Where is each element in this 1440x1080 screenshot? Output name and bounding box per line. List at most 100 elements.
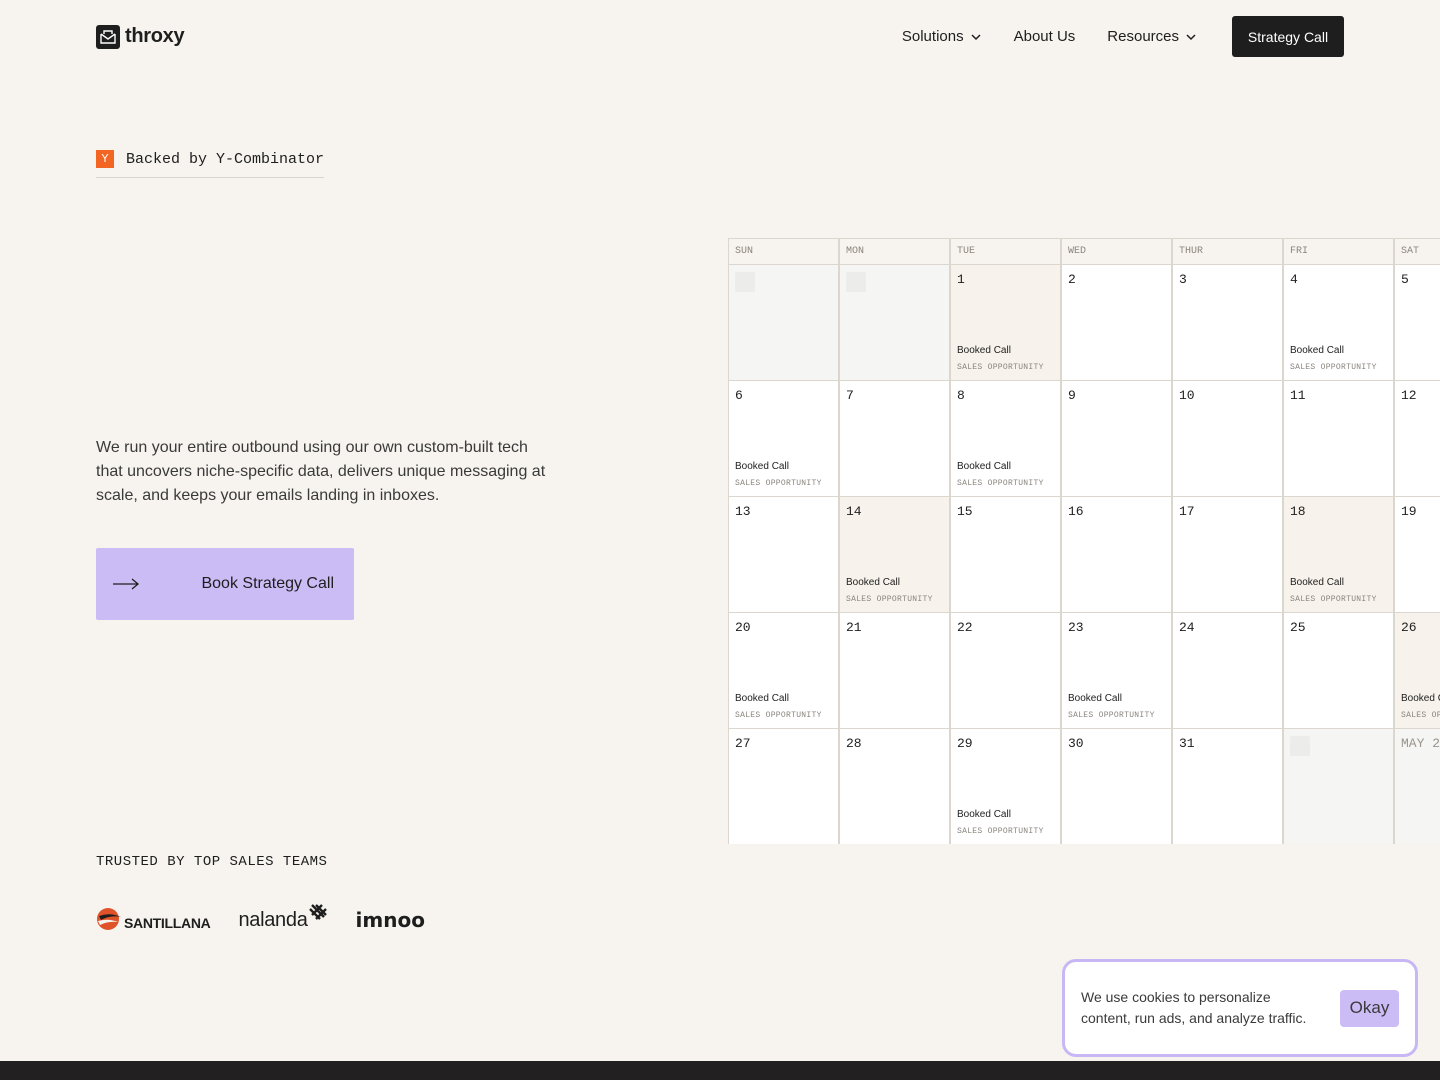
weekday-fri: FRI bbox=[1283, 238, 1394, 265]
calendar-day-cell[interactable]: 20 Booked Call SALES OPPORTUNITY bbox=[728, 613, 839, 729]
calendar-day-cell[interactable]: 19 bbox=[1394, 497, 1440, 613]
brand-logo[interactable]: throxy bbox=[96, 24, 185, 49]
calendar-day-cell[interactable]: 24 bbox=[1172, 613, 1283, 729]
hero-description: We run your entire outbound using our ow… bbox=[96, 439, 546, 504]
calendar-day-cell[interactable]: 26 Booked Call SALES OPPORTUNITY bbox=[1394, 613, 1440, 729]
weekday-mon: MON bbox=[839, 238, 950, 265]
book-button-label: Book Strategy Call bbox=[201, 575, 334, 592]
calendar-day-cell[interactable]: 9 bbox=[1061, 381, 1172, 497]
day-number: 18 bbox=[1290, 504, 1306, 519]
nav-resources[interactable]: Resources bbox=[1107, 28, 1197, 45]
day-number: 8 bbox=[957, 388, 965, 403]
calendar-day-cell[interactable]: 21 bbox=[839, 613, 950, 729]
calendar-day-cell[interactable]: 7 bbox=[839, 381, 950, 497]
day-number: 5 bbox=[1401, 272, 1409, 287]
cookie-okay-button[interactable]: Okay bbox=[1340, 989, 1399, 1027]
day-number: 10 bbox=[1179, 388, 1195, 403]
booked-call-label: Booked Call bbox=[1290, 345, 1344, 356]
day-number: 20 bbox=[735, 620, 751, 635]
yc-badge[interactable]: Y Backed by Y-Combinator bbox=[96, 150, 325, 178]
calendar-day-cell[interactable]: 14 Booked Call SALES OPPORTUNITY bbox=[839, 497, 950, 613]
day-number: 9 bbox=[1068, 388, 1076, 403]
chevron-down-icon bbox=[1186, 33, 1196, 40]
sales-opportunity-label: SALES OPPORTUNITY bbox=[1290, 595, 1377, 604]
booked-call-label: Booked Call bbox=[957, 461, 1011, 472]
day-number: 12 bbox=[1401, 388, 1417, 403]
calendar-day-cell[interactable]: 2 bbox=[1061, 265, 1172, 381]
calendar-grid: 1 Booked Call SALES OPPORTUNITY 2 3 4 Booked C… bbox=[728, 265, 1440, 844]
calendar-day-cell[interactable]: 18 Booked Call SALES OPPORTUNITY bbox=[1283, 497, 1394, 613]
day-number: 21 bbox=[846, 620, 862, 635]
calendar-day-cell[interactable]: 29 Booked Call SALES OPPORTUNITY bbox=[950, 729, 1061, 844]
calendar-day-cell[interactable]: MAY 2 bbox=[1394, 729, 1440, 844]
calendar-day-cell[interactable]: 8 Booked Call SALES OPPORTUNITY bbox=[950, 381, 1061, 497]
brand-name: throxy bbox=[125, 25, 185, 47]
calendar-day-cell[interactable]: 4 Booked Call SALES OPPORTUNITY bbox=[1283, 265, 1394, 381]
calendar-day-cell[interactable]: 25 bbox=[1283, 613, 1394, 729]
nav-about-us[interactable]: About Us bbox=[1014, 28, 1076, 45]
calendar-weekday-header: SUN MON TUE WED THUR FRI SAT bbox=[728, 238, 1440, 265]
calendar-day-cell[interactable]: 17 bbox=[1172, 497, 1283, 613]
yc-badge-text: Backed by Y-Combinator bbox=[126, 150, 325, 168]
booked-call-label: Booked Call bbox=[735, 693, 789, 704]
calendar-day-cell[interactable]: 6 Booked Call SALES OPPORTUNITY bbox=[728, 381, 839, 497]
nalanda-wordmark: nalanda bbox=[238, 909, 308, 931]
day-number: 26 bbox=[1401, 620, 1417, 635]
sales-opportunity-label: SALES OPPORTUNITY bbox=[735, 711, 822, 720]
calendar-day-cell[interactable]: 22 bbox=[950, 613, 1061, 729]
nalanda-mark-icon bbox=[308, 904, 327, 920]
calendar-day-cell[interactable]: 28 bbox=[839, 729, 950, 844]
calendar-day-cell[interactable]: 31 bbox=[1172, 729, 1283, 844]
day-number: 6 bbox=[735, 388, 743, 403]
calendar-day-cell[interactable]: 15 bbox=[950, 497, 1061, 613]
calendar-week: 6 Booked Call SALES OPPORTUNITY 7 8 Booked Ca… bbox=[728, 381, 1440, 497]
calendar-day-cell[interactable]: 30 bbox=[1061, 729, 1172, 844]
chevron-down-icon bbox=[971, 33, 981, 40]
booked-call-label: Booked Call bbox=[1290, 577, 1344, 588]
calendar-day-cell[interactable]: 12 bbox=[1394, 381, 1440, 497]
weekday-wed: WED bbox=[1061, 238, 1172, 265]
day-number: 23 bbox=[1068, 620, 1084, 635]
trusted-label: TRUSTED BY TOP SALES TEAMS bbox=[96, 854, 328, 870]
nav-solutions[interactable]: Solutions bbox=[902, 28, 982, 45]
calendar-day-cell[interactable] bbox=[1283, 729, 1394, 844]
day-number: 31 bbox=[1179, 736, 1195, 751]
site-header: throxy Solutions About Us Resources Stra… bbox=[96, 16, 1344, 57]
calendar-week: 1 Booked Call SALES OPPORTUNITY 2 3 4 Booked C… bbox=[728, 265, 1440, 381]
imnoo-wordmark: imnoo bbox=[355, 908, 425, 932]
weekday-tue: TUE bbox=[950, 238, 1061, 265]
sales-opportunity-label: SALES OPPORTUNITY bbox=[1401, 711, 1440, 720]
calendar-day-cell[interactable]: 3 bbox=[1172, 265, 1283, 381]
client-logos: SANTILLANA nalanda imnoo bbox=[96, 898, 425, 932]
booking-calendar: SUN MON TUE WED THUR FRI SAT 1 Booked Call SALES… bbox=[728, 238, 1440, 844]
day-number: 11 bbox=[1290, 388, 1306, 403]
calendar-day-cell[interactable] bbox=[839, 265, 950, 381]
day-number: MAY 2 bbox=[1401, 736, 1440, 751]
nalanda-logo: nalanda bbox=[238, 903, 327, 932]
booked-call-label: Booked Call bbox=[1401, 693, 1440, 704]
day-number: 22 bbox=[957, 620, 973, 635]
nav-about-label: About Us bbox=[1013, 28, 1076, 45]
day-number: 19 bbox=[1401, 504, 1417, 519]
calendar-day-cell[interactable]: 10 bbox=[1172, 381, 1283, 497]
sales-opportunity-label: SALES OPPORTUNITY bbox=[1290, 363, 1377, 372]
footer-bar bbox=[0, 1061, 1440, 1080]
calendar-day-cell[interactable]: 5 bbox=[1394, 265, 1440, 381]
nav-solutions-label: Solutions bbox=[901, 28, 964, 45]
calendar-day-cell[interactable]: 27 bbox=[728, 729, 839, 844]
santillana-mark-icon bbox=[97, 908, 121, 930]
day-number: 2 bbox=[1068, 272, 1076, 287]
sales-opportunity-label: SALES OPPORTUNITY bbox=[957, 827, 1044, 836]
calendar-day-cell[interactable]: 1 Booked Call SALES OPPORTUNITY bbox=[950, 265, 1061, 381]
calendar-day-cell[interactable]: 13 bbox=[728, 497, 839, 613]
calendar-day-cell[interactable] bbox=[728, 265, 839, 381]
calendar-day-cell[interactable]: 16 bbox=[1061, 497, 1172, 613]
arrow-right-icon bbox=[113, 578, 140, 590]
strategy-call-button[interactable]: Strategy Call bbox=[1232, 16, 1344, 57]
calendar-day-cell[interactable]: 11 bbox=[1283, 381, 1394, 497]
calendar-day-cell[interactable]: 23 Booked Call SALES OPPORTUNITY bbox=[1061, 613, 1172, 729]
book-strategy-call-button[interactable]: Book Strategy Call bbox=[96, 548, 354, 620]
main-nav: Solutions About Us Resources Strategy Ca… bbox=[902, 16, 1344, 57]
calendar-week: 20 Booked Call SALES OPPORTUNITY 21 22 23 Book… bbox=[728, 613, 1440, 729]
booked-call-label: Booked Call bbox=[957, 345, 1011, 356]
